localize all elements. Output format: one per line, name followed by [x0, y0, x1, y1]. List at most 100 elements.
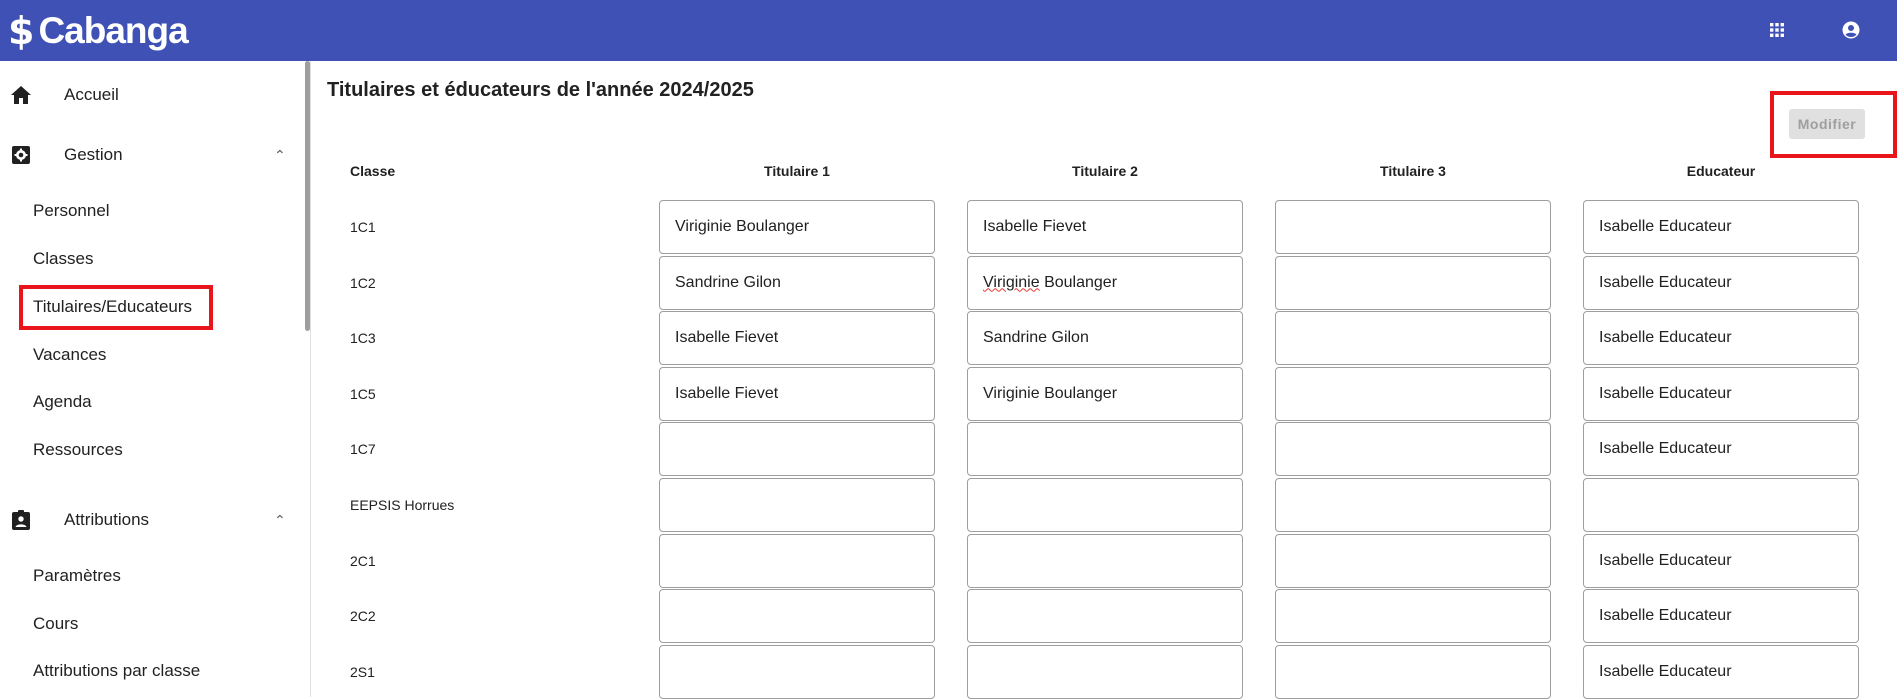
- sidebar-item-attributions-par-classe[interactable]: Attributions par classe: [0, 651, 300, 691]
- cell-value: Viriginie Boulanger: [983, 273, 1118, 291]
- sidebar-item-titulaires-educateurs[interactable]: Titulaires/Educateurs: [0, 287, 300, 327]
- cell-edu-select[interactable]: Isabelle Educateur: [1583, 255, 1859, 310]
- cell-t1-select[interactable]: [659, 644, 935, 699]
- sidebar-group-label: Gestion: [64, 145, 123, 164]
- cell-edu-select[interactable]: Isabelle Educateur: [1583, 422, 1859, 477]
- sidebar-group-attributions[interactable]: Attributions ⌃: [0, 498, 300, 542]
- page-title: Titulaires et éducateurs de l'année 2024…: [327, 79, 754, 101]
- sidebar-item-label: Classes: [33, 249, 94, 268]
- sidebar-item-label: Paramètres: [33, 566, 121, 585]
- chevron-up-icon: ⌃: [274, 511, 286, 528]
- cell-edu-select[interactable]: [1583, 478, 1859, 532]
- sidebar-item-cours[interactable]: Cours: [0, 604, 300, 644]
- column-header-classe: Classe: [350, 163, 396, 179]
- cell-value: Isabelle Educateur: [1599, 440, 1732, 458]
- cell-t2-select[interactable]: Sandrine Gilon: [967, 311, 1243, 366]
- cell-t3-select[interactable]: [1275, 366, 1551, 421]
- cell-value: Isabelle Fievet: [675, 384, 779, 402]
- cell-edu-select[interactable]: Isabelle Educateur: [1583, 366, 1859, 421]
- logo-dollar-icon: $: [8, 9, 35, 53]
- cell-t1-select[interactable]: [659, 422, 935, 477]
- account-circle-icon: [1842, 21, 1860, 39]
- app-bar: $ Cabanga: [0, 0, 1897, 61]
- sidebar-item-label: Ressources: [33, 440, 123, 459]
- sidebar-item-label: Titulaires/Educateurs: [33, 297, 193, 316]
- sidebar-group-gestion[interactable]: Gestion ⌃: [0, 133, 300, 177]
- app-logo[interactable]: $ Cabanga: [8, 8, 189, 54]
- sidebar-group-label: Attributions: [64, 510, 150, 529]
- cell-edu-select[interactable]: Isabelle Educateur: [1583, 589, 1859, 644]
- cell-t2-select[interactable]: Viriginie Boulanger: [967, 366, 1243, 421]
- cell-t1-select[interactable]: Viriginie Boulanger: [659, 200, 935, 254]
- cell-t1-select[interactable]: Isabelle Fievet: [659, 366, 935, 421]
- sidebar-item-label: Vacances: [33, 345, 107, 364]
- cell-t1-select[interactable]: [659, 589, 935, 644]
- cell-t3-select[interactable]: [1275, 311, 1551, 366]
- sidebar-item-label: Accueil: [64, 85, 119, 104]
- sidebar-item-agenda[interactable]: Agenda: [0, 382, 300, 422]
- cell-value: Isabelle Fievet: [983, 218, 1087, 235]
- cell-t2-select[interactable]: [967, 533, 1243, 588]
- cell-edu-select[interactable]: Isabelle Educateur: [1583, 200, 1859, 254]
- apps-grid-icon: [1770, 23, 1784, 37]
- cell-t2-select[interactable]: Isabelle Fievet: [967, 200, 1243, 254]
- modify-button[interactable]: Modifier: [1789, 109, 1865, 139]
- cell-value: Isabelle Educateur: [1599, 551, 1732, 569]
- cell-t2-select[interactable]: [967, 422, 1243, 477]
- sidebar-item-parametres[interactable]: Paramètres: [0, 556, 300, 596]
- cell-value: Isabelle Educateur: [1599, 218, 1732, 235]
- apps-grid-button[interactable]: [1762, 15, 1792, 45]
- row-classe-label: 2S1: [350, 663, 375, 680]
- cell-edu-select[interactable]: Isabelle Educateur: [1583, 644, 1859, 699]
- sidebar-item-accueil[interactable]: Accueil: [0, 73, 300, 117]
- sidebar-item-label: Attributions par classe: [33, 661, 201, 680]
- cell-t1-select[interactable]: Isabelle Fievet: [659, 311, 935, 366]
- cell-value: Sandrine Gilon: [675, 273, 781, 291]
- row-classe-label: 1C5: [350, 385, 376, 402]
- cell-value: Viriginie Boulanger: [983, 384, 1118, 402]
- cell-edu-select[interactable]: Isabelle Educateur: [1583, 311, 1859, 366]
- cell-t2-select[interactable]: [967, 589, 1243, 644]
- cell-t3-select[interactable]: [1275, 422, 1551, 477]
- cell-t1-select[interactable]: [659, 533, 935, 588]
- clipboard-account-icon: [10, 509, 32, 531]
- settings-box-icon: [10, 144, 32, 166]
- cell-t1-select[interactable]: Sandrine Gilon: [659, 255, 935, 310]
- home-icon: [10, 84, 32, 106]
- sidebar-item-ressources[interactable]: Ressources: [0, 430, 300, 470]
- cell-t3-select[interactable]: [1275, 255, 1551, 310]
- cell-t2-select[interactable]: [967, 478, 1243, 532]
- cell-value: Sandrine Gilon: [983, 329, 1089, 347]
- sidebar-item-vacances[interactable]: Vacances: [0, 335, 300, 375]
- cell-t2-select[interactable]: [967, 644, 1243, 699]
- cell-t3-select[interactable]: [1275, 644, 1551, 699]
- row-classe-label: 2C1: [350, 552, 376, 569]
- sidebar-item-label: Personnel: [33, 201, 110, 220]
- cell-t1-select[interactable]: [659, 478, 935, 532]
- cell-value: Isabelle Educateur: [1599, 329, 1732, 347]
- cell-t3-select[interactable]: [1275, 533, 1551, 588]
- sidebar-item-label: Cours: [33, 614, 79, 633]
- column-header-titulaire-2: Titulaire 2: [1072, 163, 1138, 179]
- row-classe-label: 1C7: [350, 441, 376, 458]
- cell-t3-select[interactable]: [1275, 589, 1551, 644]
- cell-value: Viriginie Boulanger: [675, 218, 810, 235]
- row-classe-label: 1C1: [350, 219, 376, 235]
- row-classe-label: 2C2: [350, 608, 376, 625]
- cell-t3-select[interactable]: [1275, 200, 1551, 254]
- cell-value: Isabelle Fievet: [675, 329, 779, 347]
- cell-edu-select[interactable]: Isabelle Educateur: [1583, 533, 1859, 588]
- row-classe-label: EEPSIS Horrues: [350, 497, 455, 513]
- column-header-titulaire-3: Titulaire 3: [1380, 163, 1446, 179]
- sidebar-item-classes[interactable]: Classes: [0, 239, 300, 279]
- cell-value: Isabelle Educateur: [1599, 273, 1732, 291]
- column-header-educateur: Educateur: [1686, 163, 1756, 179]
- column-header-titulaire-1: Titulaire 1: [764, 163, 830, 179]
- cell-value: Isabelle Educateur: [1599, 607, 1732, 625]
- cell-t3-select[interactable]: [1275, 478, 1551, 532]
- account-button[interactable]: [1836, 15, 1866, 45]
- chevron-up-icon: ⌃: [274, 146, 286, 163]
- sidebar-scrollbar[interactable]: [305, 61, 310, 331]
- cell-t2-select[interactable]: Viriginie Boulanger: [967, 255, 1243, 310]
- sidebar-item-personnel[interactable]: Personnel: [0, 191, 300, 231]
